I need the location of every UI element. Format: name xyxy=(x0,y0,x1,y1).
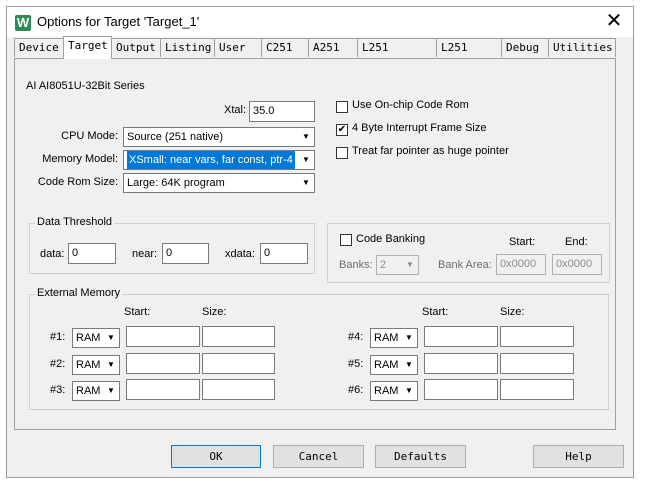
banks-label: Banks: xyxy=(339,259,373,271)
tab-device[interactable]: Device xyxy=(14,38,64,57)
ext-mem-row-3-label: #3: xyxy=(50,384,66,396)
ext-mem-row-4-type-select[interactable]: RAM ▼ xyxy=(370,328,418,348)
near-label: near: xyxy=(132,248,158,260)
code-rom-size-value: Large: 64K program xyxy=(127,177,225,189)
far-pointer-huge-checkbox[interactable] xyxy=(336,147,348,159)
xtal-label: Xtal: xyxy=(223,104,246,116)
tab-l251-misc[interactable]: L251 Misc xyxy=(436,38,502,72)
chevron-down-icon: ▼ xyxy=(405,386,413,395)
interrupt-frame-size-label: 4 Byte Interrupt Frame Size xyxy=(352,122,487,134)
ext-mem-row-2-size-input[interactable] xyxy=(202,353,275,374)
memory-model-select[interactable]: XSmall: near vars, far const, ptr-4 ▼ xyxy=(123,150,315,170)
memory-model-value: XSmall: near vars, far const, ptr-4 xyxy=(127,151,295,169)
ext-mem-row-4-start-input[interactable] xyxy=(424,326,498,347)
ext-mem-row-3-type-select[interactable]: RAM ▼ xyxy=(72,381,120,401)
cancel-button[interactable]: Cancel xyxy=(273,445,364,468)
ext-mem-row-3-size-input[interactable] xyxy=(202,379,275,400)
xdata-label: xdata: xyxy=(225,248,255,260)
ext-mem-row-4-size-input[interactable] xyxy=(500,326,574,347)
defaults-button[interactable]: Defaults xyxy=(375,445,466,468)
code-banking-label: Code Banking xyxy=(356,233,426,245)
ext-mem-row-5-type: RAM xyxy=(374,359,399,371)
ext-mem-row-1-type-select[interactable]: RAM ▼ xyxy=(72,328,120,348)
chevron-down-icon: ▼ xyxy=(405,360,413,369)
bank-area-start-input[interactable]: 0x0000 xyxy=(496,254,546,275)
code-rom-size-label: Code Rom Size: xyxy=(37,176,118,188)
chevron-down-icon: ▼ xyxy=(302,132,310,141)
ext-mem-start-header-left: Start: xyxy=(124,306,151,318)
cpu-mode-select[interactable]: Source (251 native) ▼ xyxy=(123,127,315,147)
ext-mem-row-3-start-input[interactable] xyxy=(126,379,200,400)
ext-mem-row-6-type: RAM xyxy=(374,385,399,397)
xdata-threshold-input[interactable]: 0 xyxy=(260,243,308,264)
near-threshold-input[interactable]: 0 xyxy=(162,243,209,264)
xtal-input[interactable]: 35.0 xyxy=(249,101,315,122)
tab-listing[interactable]: Listing xyxy=(160,38,215,57)
tab-debug[interactable]: Debug xyxy=(501,38,549,57)
tab-user[interactable]: User xyxy=(214,38,262,57)
tab-output[interactable]: Output xyxy=(111,38,161,57)
close-icon[interactable]: ✕ xyxy=(603,11,625,33)
code-banking-checkbox[interactable] xyxy=(340,234,352,246)
data-threshold-title: Data Threshold xyxy=(35,216,115,228)
chevron-down-icon: ▼ xyxy=(107,333,115,342)
tab-a251[interactable]: A251 xyxy=(308,38,358,57)
use-onchip-code-rom-checkbox[interactable] xyxy=(336,101,348,113)
bank-area-label: Bank Area: xyxy=(438,259,492,271)
app-icon: W xyxy=(15,15,31,31)
ext-mem-size-header-left: Size: xyxy=(202,306,227,318)
data-label: data: xyxy=(40,248,65,260)
memory-model-label: Memory Model: xyxy=(42,153,118,165)
chevron-down-icon: ▼ xyxy=(107,386,115,395)
external-memory-title: External Memory xyxy=(35,287,123,299)
ext-mem-row-1-type: RAM xyxy=(76,332,101,344)
ext-mem-row-2-start-input[interactable] xyxy=(126,353,200,374)
ext-mem-start-header-right: Start: xyxy=(422,306,449,318)
code-rom-size-select[interactable]: Large: 64K program ▼ xyxy=(123,173,315,193)
ext-mem-row-6-start-input[interactable] xyxy=(424,379,498,400)
ext-mem-row-3-type: RAM xyxy=(76,385,101,397)
device-series-label: AI AI8051U-32Bit Series xyxy=(26,80,145,92)
ext-mem-row-6-size-input[interactable] xyxy=(500,379,574,400)
ext-mem-row-5-start-input[interactable] xyxy=(424,353,498,374)
chevron-down-icon: ▼ xyxy=(302,178,310,187)
ext-mem-row-2-type: RAM xyxy=(76,359,101,371)
bank-end-label: End: xyxy=(565,236,588,248)
tab-utilities[interactable]: Utilities xyxy=(548,38,616,57)
cpu-mode-value: Source (251 native) xyxy=(127,131,223,143)
data-threshold-input[interactable]: 0 xyxy=(68,243,116,264)
ext-mem-row-1-start-input[interactable] xyxy=(126,326,200,347)
tab-c251[interactable]: C251 xyxy=(261,38,309,57)
ext-mem-row-1-size-input[interactable] xyxy=(202,326,275,347)
ext-mem-row-5-label: #5: xyxy=(348,358,364,370)
ext-mem-row-6-label: #6: xyxy=(348,384,364,396)
chevron-down-icon: ▼ xyxy=(406,260,414,269)
cpu-mode-label: CPU Mode: xyxy=(61,130,118,142)
use-onchip-code-rom-label: Use On-chip Code Rom xyxy=(352,99,469,111)
help-button[interactable]: Help xyxy=(533,445,624,468)
ext-mem-row-4-label: #4: xyxy=(348,331,364,343)
ext-mem-row-2-type-select[interactable]: RAM ▼ xyxy=(72,355,120,375)
tab-l251-locate[interactable]: L251 Locate xyxy=(357,38,437,72)
far-pointer-huge-label: Treat far pointer as huge pointer xyxy=(352,145,509,157)
chevron-down-icon: ▼ xyxy=(107,360,115,369)
window-title: Options for Target 'Target_1' xyxy=(37,14,200,29)
ext-mem-row-4-type: RAM xyxy=(374,332,399,344)
ext-mem-row-5-type-select[interactable]: RAM ▼ xyxy=(370,355,418,375)
ok-button[interactable]: OK xyxy=(171,445,261,468)
tab-target[interactable]: Target xyxy=(63,36,112,59)
chevron-down-icon: ▼ xyxy=(302,155,310,164)
bank-start-label: Start: xyxy=(509,236,536,248)
interrupt-frame-size-checkbox[interactable]: ✔ xyxy=(336,124,348,136)
title-bar: W Options for Target 'Target_1' ✕ xyxy=(7,7,633,37)
banks-select[interactable]: 2 ▼ xyxy=(376,255,419,275)
ext-mem-row-2-label: #2: xyxy=(50,358,66,370)
ext-mem-row-5-size-input[interactable] xyxy=(500,353,574,374)
ext-mem-row-6-type-select[interactable]: RAM ▼ xyxy=(370,381,418,401)
bank-area-end-input[interactable]: 0x0000 xyxy=(552,254,602,275)
chevron-down-icon: ▼ xyxy=(405,333,413,342)
ext-mem-size-header-right: Size: xyxy=(500,306,525,318)
ext-mem-row-1-label: #1: xyxy=(50,331,66,343)
banks-value: 2 xyxy=(380,259,387,271)
